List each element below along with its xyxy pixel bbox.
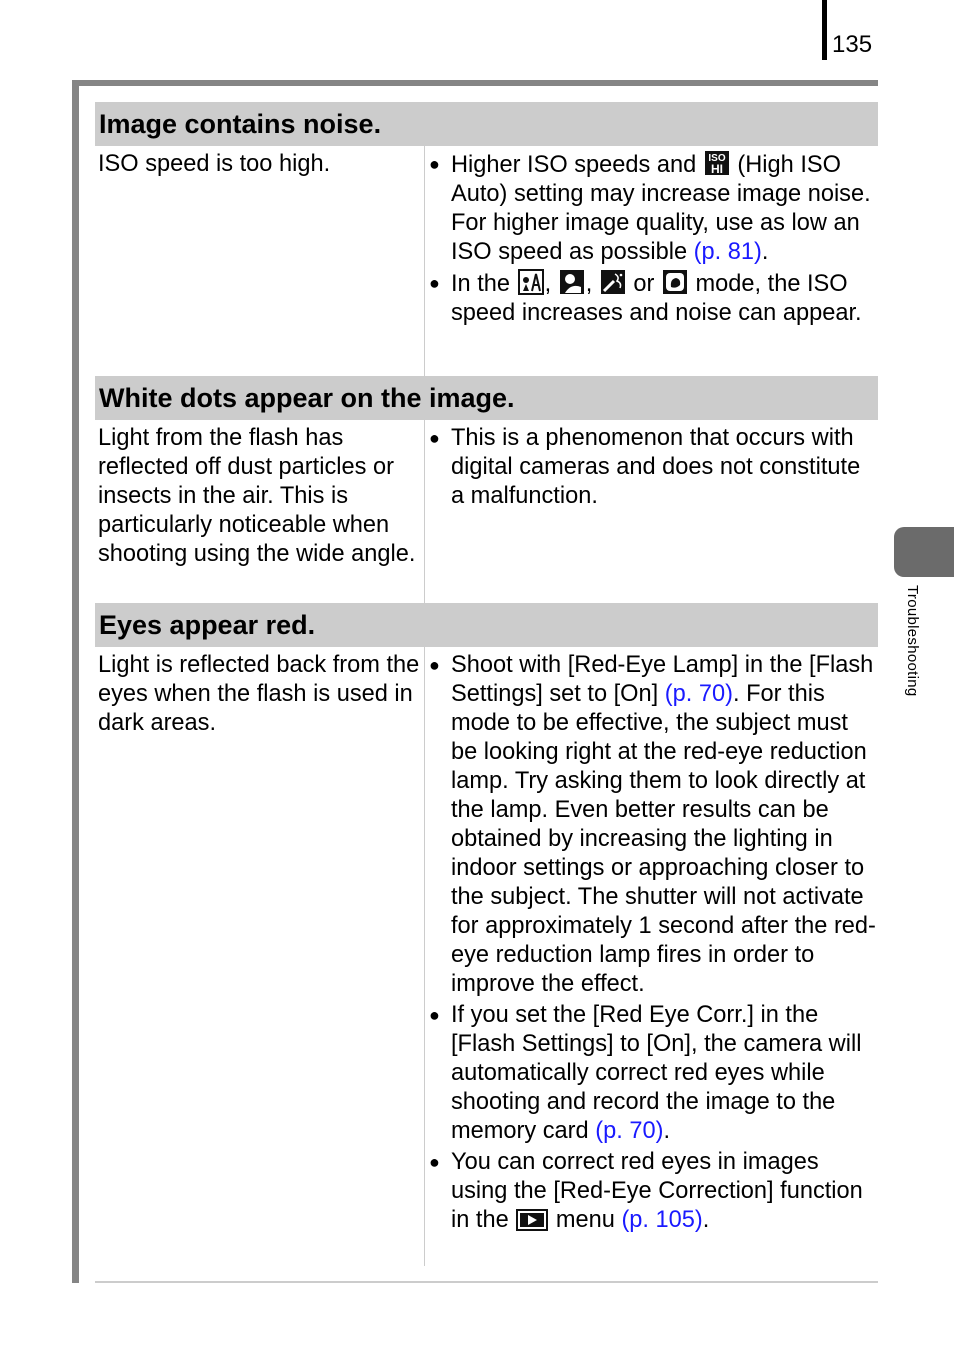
page-link[interactable]: (p. 70)	[595, 1118, 663, 1144]
solution-item: ● You can correct red eyes in images usi…	[429, 1149, 863, 1233]
svg-text:HI: HI	[711, 162, 723, 176]
solution-cell: ● This is a phenomenon that occurs with …	[425, 420, 878, 603]
section-header: Image contains noise.	[95, 102, 878, 146]
table-row: Light is reflected back from the eyes wh…	[95, 647, 878, 1266]
bullet-icon: ●	[429, 1152, 440, 1172]
cause-cell: Light from the flash has reflected off d…	[95, 420, 425, 603]
section-header: Eyes appear red.	[95, 603, 878, 647]
playback-icon	[516, 1209, 549, 1231]
chapter-tab	[894, 527, 954, 577]
frame-left-border	[72, 80, 79, 1283]
bullet-icon: ●	[429, 428, 440, 448]
solution-item: ● Shoot with [Red-Eye Lamp] in the [Flas…	[429, 652, 876, 997]
night-snapshot-icon	[517, 269, 544, 295]
solution-item: ● If you set the [Red Eye Corr.] in the …	[429, 1002, 862, 1144]
bullet-icon: ●	[429, 1005, 440, 1025]
page-link[interactable]: (p. 70)	[665, 681, 733, 707]
fireworks-icon	[662, 270, 687, 294]
troubleshooting-table: Image contains noise. ISO speed is too h…	[95, 102, 878, 1266]
bullet-icon: ●	[429, 273, 440, 293]
solution-cell: ● Higher ISO speeds and ISO HI (High ISO …	[425, 146, 878, 376]
cause-cell: ISO speed is too high.	[95, 146, 425, 376]
chapter-tab-label: Troubleshooting	[904, 585, 921, 697]
bullet-icon: ●	[429, 655, 440, 675]
table-row: Light from the flash has reflected off d…	[95, 420, 878, 603]
frame-top-border	[72, 80, 878, 86]
solution-item: ● This is a phenomenon that occurs with …	[429, 425, 861, 509]
page-number: 135	[832, 31, 873, 58]
section-header: White dots appear on the image.	[95, 376, 878, 420]
page-link[interactable]: (p. 81)	[694, 239, 762, 265]
table-row: ISO speed is too high. ● Higher ISO spee…	[95, 146, 878, 376]
iso-hi-icon: ISOHI	[704, 151, 729, 176]
solution-cell: ● Shoot with [Red-Eye Lamp] in the [Flas…	[425, 647, 878, 1266]
cause-cell: Light is reflected back from the eyes wh…	[95, 647, 425, 1266]
table-bottom-rule	[95, 1281, 878, 1283]
kids-pets-icon	[559, 270, 584, 294]
page-link[interactable]: (p. 105)	[621, 1207, 702, 1233]
indoor-party-icon	[600, 270, 625, 294]
solution-item: ● Higher ISO speeds and ISO HI (High ISO …	[429, 151, 871, 265]
solution-item: ● In the , , or mode, the ISO speed incr…	[429, 269, 862, 326]
bullet-icon: ●	[429, 154, 440, 174]
page-rule	[822, 0, 827, 60]
